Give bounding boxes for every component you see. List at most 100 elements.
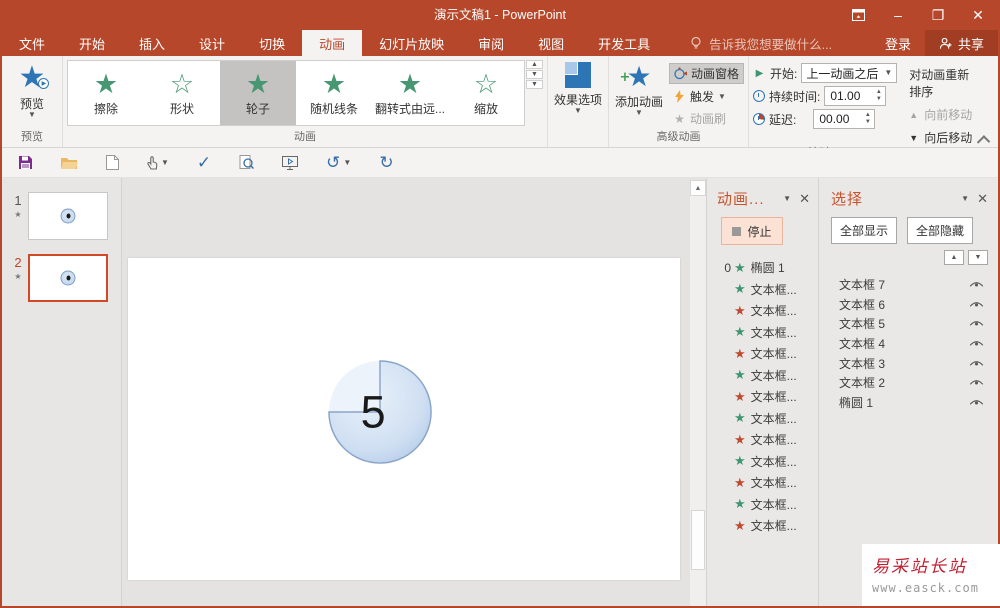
selection-move-up-icon[interactable]: ▲: [944, 250, 964, 265]
animation-pane-menu-caret[interactable]: ▼: [783, 194, 791, 203]
selection-pane-close-icon[interactable]: ✕: [977, 191, 988, 207]
delay-input[interactable]: 00.00 ▲ ▼: [813, 109, 876, 129]
share-button[interactable]: 共享: [924, 30, 998, 56]
sign-in-button[interactable]: 登录: [871, 30, 925, 56]
scroll-up-icon[interactable]: ▲: [690, 180, 706, 196]
visibility-eye-icon[interactable]: [969, 398, 984, 407]
undo-caret[interactable]: ▼: [343, 158, 351, 166]
start-dropdown-caret[interactable]: ▼: [884, 69, 892, 77]
spelling-check-icon[interactable]: ✓: [197, 153, 211, 173]
gallery-item-随机线条[interactable]: ★ 随机线条: [296, 61, 372, 125]
animation-list-item[interactable]: ★ 文本框...: [717, 365, 818, 387]
animation-list-item[interactable]: ★ 文本框...: [717, 451, 818, 473]
touch-mode-caret[interactable]: ▼: [161, 158, 169, 166]
undo-icon[interactable]: ↺ ▼: [326, 153, 351, 173]
redo-icon[interactable]: ↻: [379, 153, 393, 173]
gallery-item-擦除[interactable]: ★ 擦除: [68, 61, 144, 125]
selection-list-item[interactable]: 文本框 3: [831, 353, 988, 373]
visibility-eye-icon[interactable]: [969, 300, 984, 309]
animation-list-item[interactable]: ★ 文本框...: [717, 494, 818, 516]
move-later-button[interactable]: ▼ 向后移动: [909, 129, 974, 146]
tab-插入[interactable]: 插入: [122, 30, 182, 56]
ribbon-display-options-icon[interactable]: [838, 0, 878, 30]
preview-button[interactable]: ★ ▶ 预览 ▼: [6, 60, 58, 119]
tab-开发工具[interactable]: 开发工具: [581, 30, 667, 56]
gallery-item-轮子[interactable]: ★ 轮子: [220, 61, 296, 125]
slide-thumbnail-image[interactable]: [28, 192, 108, 240]
minimize-button[interactable]: –: [878, 0, 918, 30]
animation-list-item[interactable]: ★ 文本框...: [717, 515, 818, 537]
hide-all-button[interactable]: 全部隐藏: [907, 217, 974, 244]
tab-幻灯片放映[interactable]: 幻灯片放映: [362, 30, 461, 56]
selection-pane-menu-caret[interactable]: ▼: [961, 194, 969, 203]
visibility-eye-icon[interactable]: [969, 319, 984, 328]
selection-list-item[interactable]: 文本框 4: [831, 334, 988, 354]
animation-list-item[interactable]: ★ 文本框...: [717, 279, 818, 301]
tab-设计[interactable]: 设计: [182, 30, 242, 56]
animation-list-item[interactable]: ★ 文本框...: [717, 322, 818, 344]
animation-list-item[interactable]: ★ 文本框...: [717, 300, 818, 322]
trigger-caret[interactable]: ▼: [718, 92, 726, 100]
selection-move-down-icon[interactable]: ▼: [968, 250, 988, 265]
wheel-countdown-shape[interactable]: 5: [326, 358, 434, 466]
animation-list-item[interactable]: ★ 文本框...: [717, 429, 818, 451]
selection-list-item[interactable]: 文本框 5: [831, 314, 988, 334]
tab-开始[interactable]: 开始: [62, 30, 122, 56]
animation-pane-close-icon[interactable]: ✕: [799, 191, 810, 207]
preview-dropdown-caret[interactable]: ▼: [28, 111, 36, 119]
animation-list-item[interactable]: ★ 文本框...: [717, 386, 818, 408]
new-document-icon[interactable]: [106, 155, 119, 170]
gallery-scroll-up[interactable]: ▲: [526, 60, 543, 69]
gallery-item-形状[interactable]: ☆ 形状: [144, 61, 220, 125]
quick-access-toolbar: ▼ ✓ ↺ ▼ ↻: [2, 148, 998, 178]
selection-list-item[interactable]: 文本框 6: [831, 295, 988, 315]
tab-视图[interactable]: 视图: [521, 30, 581, 56]
slideshow-icon[interactable]: [282, 155, 299, 170]
maximize-button[interactable]: ❐: [918, 0, 958, 30]
gallery-item-缩放[interactable]: ☆ 缩放: [448, 61, 524, 125]
duration-input[interactable]: 01.00 ▲ ▼: [824, 86, 887, 106]
selection-list-item[interactable]: 文本框 2: [831, 373, 988, 393]
animation-list-item[interactable]: ★ 文本框...: [717, 472, 818, 494]
gallery-more-button[interactable]: ▼: [526, 80, 543, 89]
tab-审阅[interactable]: 审阅: [461, 30, 521, 56]
delay-spinner[interactable]: ▲ ▼: [861, 112, 874, 126]
add-animation-button[interactable]: ★ + 添加动画 ▼: [613, 60, 665, 117]
tell-me-box[interactable]: 告诉我您想要做什么...: [689, 30, 832, 56]
tab-文件[interactable]: 文件: [2, 30, 62, 56]
animation-list-item[interactable]: ★ 文本框...: [717, 408, 818, 430]
slide-thumbnail-image[interactable]: [28, 254, 108, 302]
visibility-eye-icon[interactable]: [969, 339, 984, 348]
tab-动画[interactable]: 动画: [302, 30, 363, 56]
print-preview-icon[interactable]: [239, 155, 255, 170]
visibility-eye-icon[interactable]: [969, 359, 984, 368]
canvas-vertical-scrollbar[interactable]: ▲: [690, 180, 706, 606]
visibility-eye-icon[interactable]: [969, 280, 984, 289]
effect-options-button[interactable]: 效果选项 ▼: [552, 60, 604, 115]
animation-pane-button[interactable]: 动画窗格: [669, 63, 745, 84]
start-dropdown[interactable]: 上一动画之后 ▼: [801, 63, 898, 83]
close-button[interactable]: ✕: [958, 0, 998, 30]
selection-list-item[interactable]: 椭圆 1: [831, 393, 988, 413]
show-all-button[interactable]: 全部显示: [831, 217, 898, 244]
add-animation-caret[interactable]: ▼: [635, 109, 643, 117]
stop-button[interactable]: 停止: [721, 217, 783, 245]
selection-list-item[interactable]: 文本框 7: [831, 275, 988, 295]
gallery-scroll-down[interactable]: ▼: [526, 70, 543, 79]
slide-thumbnail-1[interactable]: 1 ★: [8, 192, 121, 240]
tab-切换[interactable]: 切换: [242, 30, 302, 56]
animation-list-item[interactable]: 0 ★ 椭圆 1: [717, 257, 818, 279]
effect-options-caret[interactable]: ▼: [574, 107, 582, 115]
touch-mode-icon[interactable]: ▼: [147, 155, 169, 170]
scrollbar-thumb[interactable]: [691, 510, 705, 570]
gallery-item-翻转式由远...[interactable]: ★ 翻转式由远...: [372, 61, 448, 125]
save-icon[interactable]: [18, 155, 33, 170]
visibility-eye-icon[interactable]: [969, 378, 984, 387]
animation-list: 0 ★ 椭圆 1 ★ 文本框... ★ 文本框... ★ 文本框... ★ 文本框... ★ 文本框..…: [717, 257, 818, 537]
slide-thumbnail-2[interactable]: 2 ★: [8, 254, 121, 302]
slide-editing-area[interactable]: 5: [128, 258, 680, 580]
animation-list-item[interactable]: ★ 文本框...: [717, 343, 818, 365]
duration-spinner[interactable]: ▲ ▼: [872, 89, 885, 103]
open-folder-icon[interactable]: [61, 156, 78, 169]
trigger-button[interactable]: 触发 ▼: [669, 87, 744, 106]
